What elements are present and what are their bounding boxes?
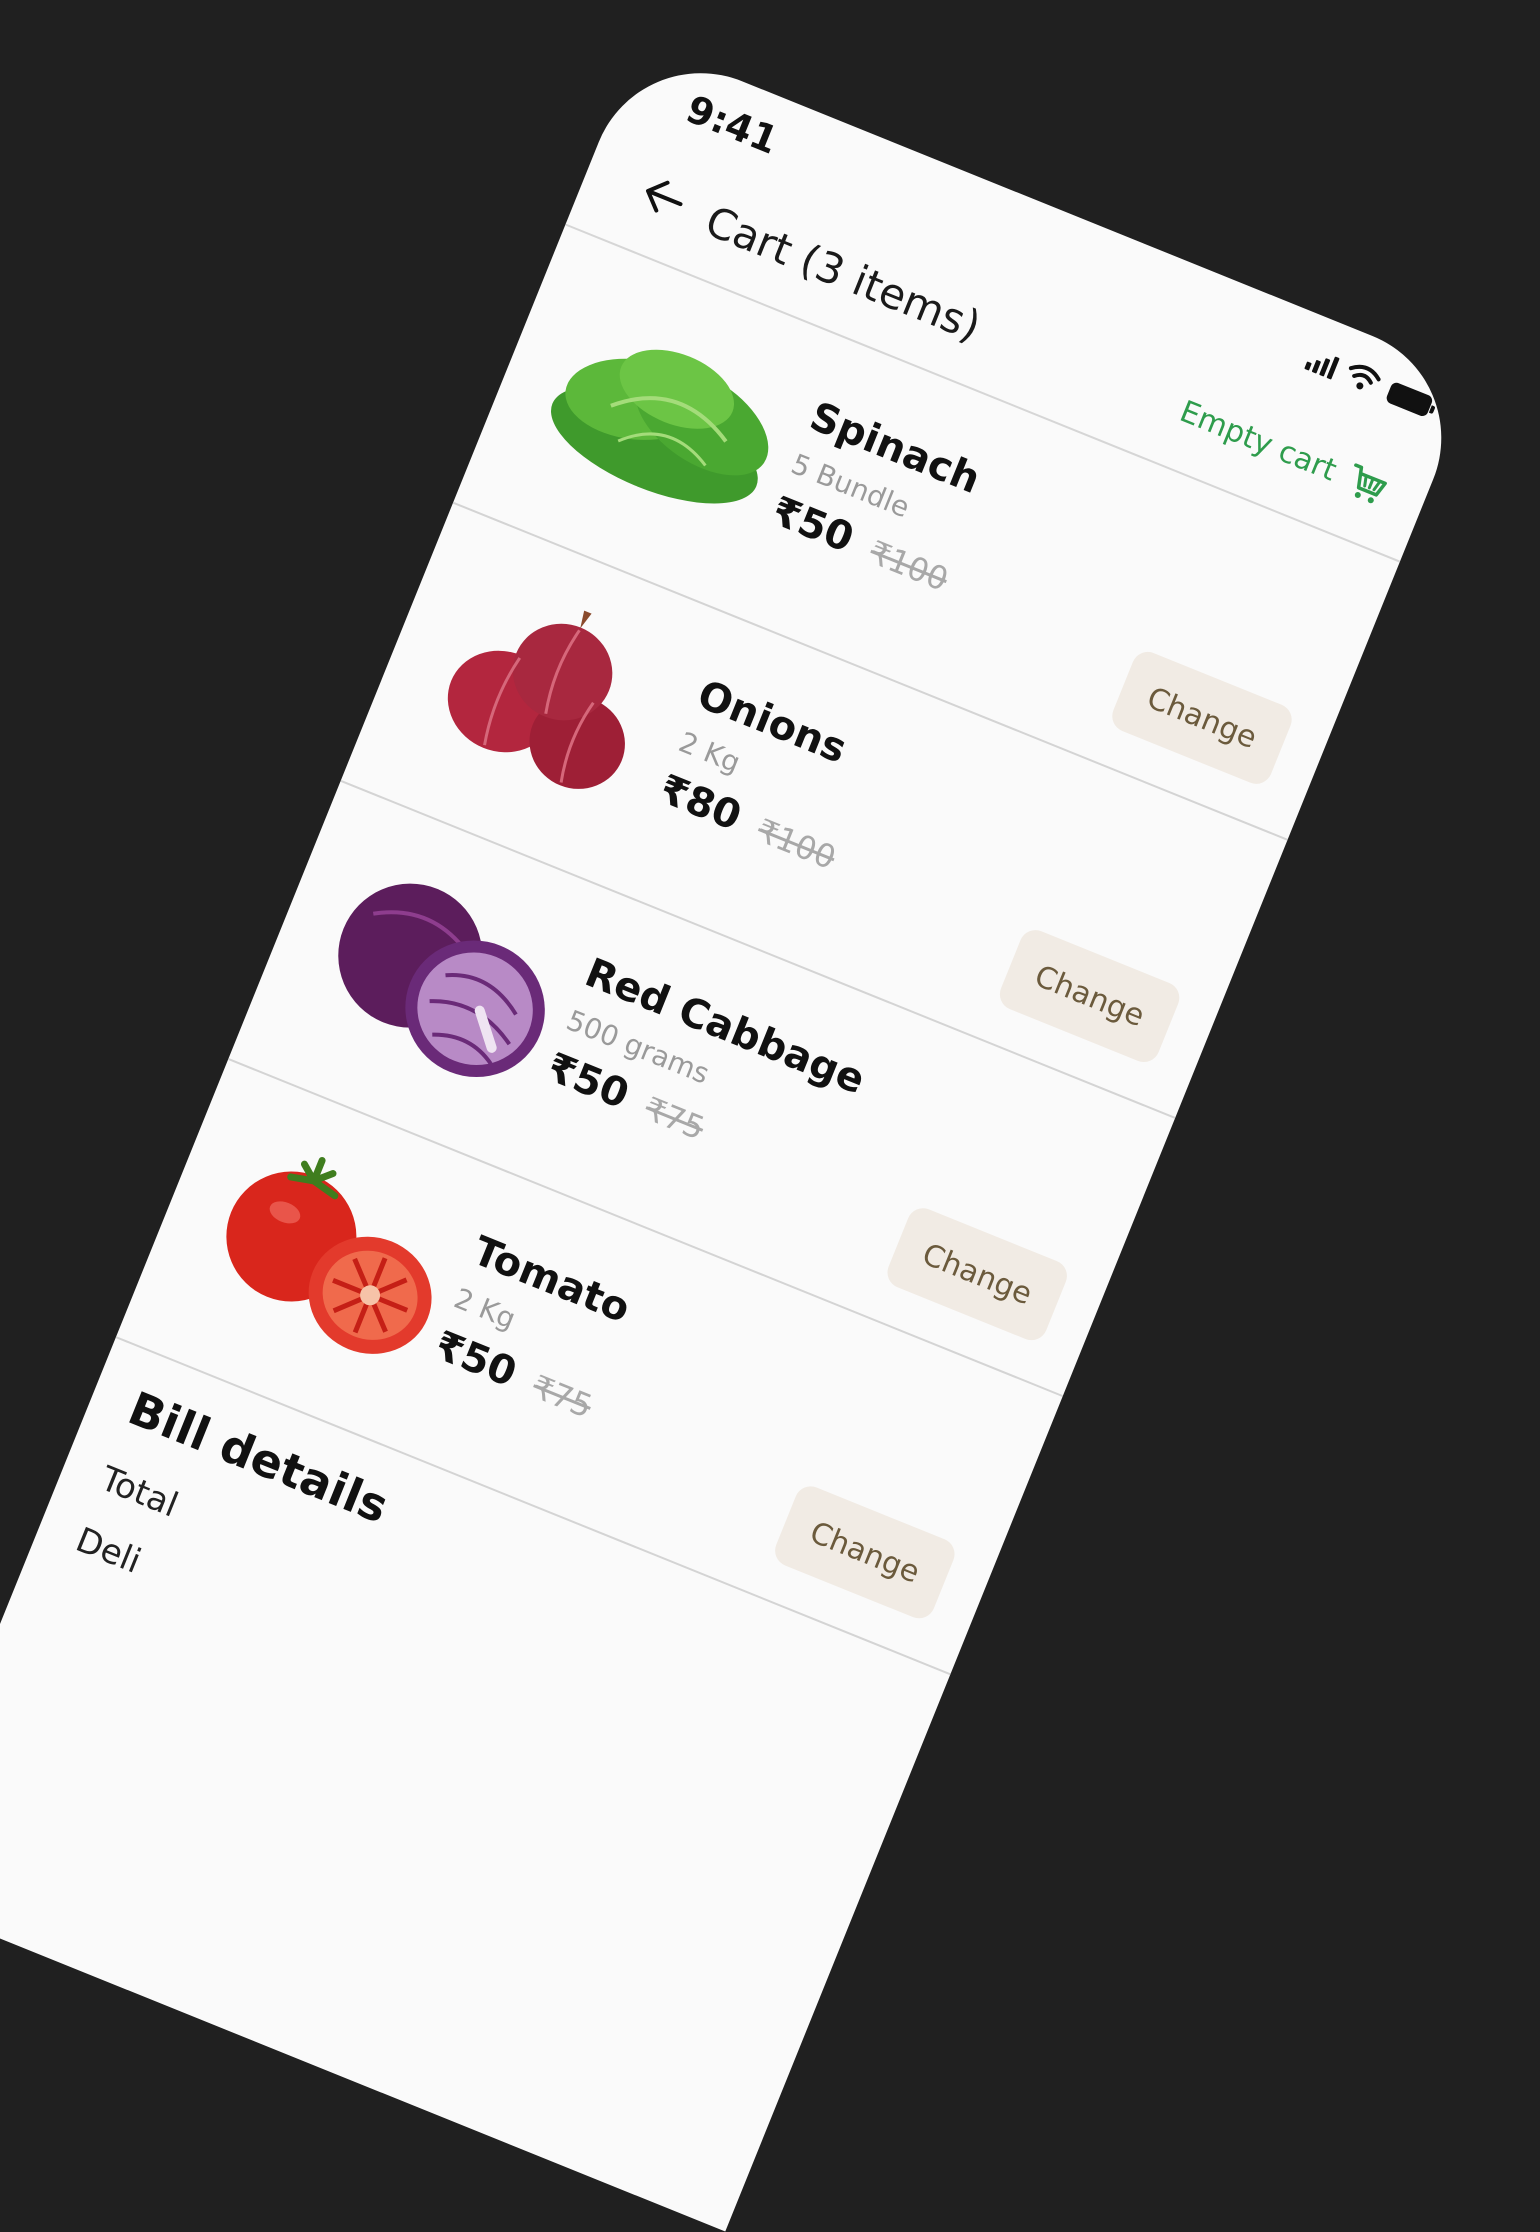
cart-icon xyxy=(1354,463,1387,504)
empty-cart-label: Empty cart xyxy=(1175,393,1342,488)
bill-delivery-label: Deli xyxy=(70,1519,147,1582)
status-icons xyxy=(1304,343,1436,418)
signal-icon xyxy=(1304,347,1340,380)
battery-icon xyxy=(1384,380,1434,418)
wifi-icon xyxy=(1348,364,1381,390)
item-old-price: ₹75 xyxy=(639,1089,710,1148)
change-button[interactable]: Change xyxy=(882,1203,1072,1345)
item-old-price: ₹100 xyxy=(863,533,954,599)
back-button[interactable] xyxy=(631,165,696,230)
item-old-price: ₹75 xyxy=(526,1367,598,1426)
change-button[interactable]: Change xyxy=(995,925,1185,1067)
change-button[interactable]: Change xyxy=(1107,647,1297,789)
item-old-price: ₹100 xyxy=(751,811,842,878)
status-time: 9:41 xyxy=(680,86,785,163)
price-row: ₹80 ₹100 xyxy=(653,766,844,879)
bill-total-label: Total xyxy=(94,1458,184,1526)
arrow-left-icon xyxy=(646,180,683,213)
change-button[interactable]: Change xyxy=(770,1481,960,1624)
phone-screen: 9:41 Cart (3 items) Empty cart Spinach 5… xyxy=(0,40,1475,2232)
price-row: ₹50 ₹75 xyxy=(428,1322,600,1427)
